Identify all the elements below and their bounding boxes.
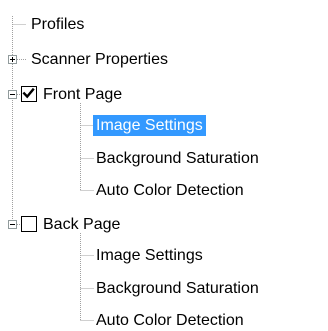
back-page-checkbox[interactable] xyxy=(21,216,37,232)
tree-item-label: Auto Color Detection xyxy=(96,181,244,199)
minus-box-icon[interactable] xyxy=(8,90,17,99)
tree-item-profiles[interactable]: Profiles xyxy=(28,13,87,35)
tree-item-back-auto-color-detection[interactable]: Auto Color Detection xyxy=(93,309,247,331)
tree-item-back-background-saturation[interactable]: Background Saturation xyxy=(93,277,262,299)
tree-item-label: Profiles xyxy=(31,15,85,33)
tree-item-label: Image Settings xyxy=(93,114,206,136)
front-page-checkbox[interactable] xyxy=(21,86,37,102)
tree-item-back-page[interactable]: Back Page xyxy=(40,213,123,235)
tree-item-front-background-saturation[interactable]: Background Saturation xyxy=(93,147,262,169)
tree-item-label: Back Page xyxy=(43,215,121,233)
tree-item-label: Auto Color Detection xyxy=(96,311,244,329)
minus-box-icon[interactable] xyxy=(8,220,17,229)
plus-box-icon[interactable] xyxy=(8,55,17,64)
checkmark-icon xyxy=(22,87,35,99)
tree-item-label: Background Saturation xyxy=(96,279,259,297)
tree-item-label: Image Settings xyxy=(96,246,203,264)
tree-item-label: Scanner Properties xyxy=(31,50,168,68)
tree-item-label: Background Saturation xyxy=(96,149,259,167)
tree-item-front-page[interactable]: Front Page xyxy=(40,83,125,105)
tree-item-back-image-settings[interactable]: Image Settings xyxy=(93,244,206,266)
profile-tree: Profiles Scanner Properties Front Page I… xyxy=(0,0,328,329)
tree-item-scanner-properties[interactable]: Scanner Properties xyxy=(28,48,171,70)
tree-item-front-image-settings[interactable]: Image Settings xyxy=(93,114,206,136)
tree-item-front-auto-color-detection[interactable]: Auto Color Detection xyxy=(93,179,247,201)
tree-item-label: Front Page xyxy=(43,85,123,103)
